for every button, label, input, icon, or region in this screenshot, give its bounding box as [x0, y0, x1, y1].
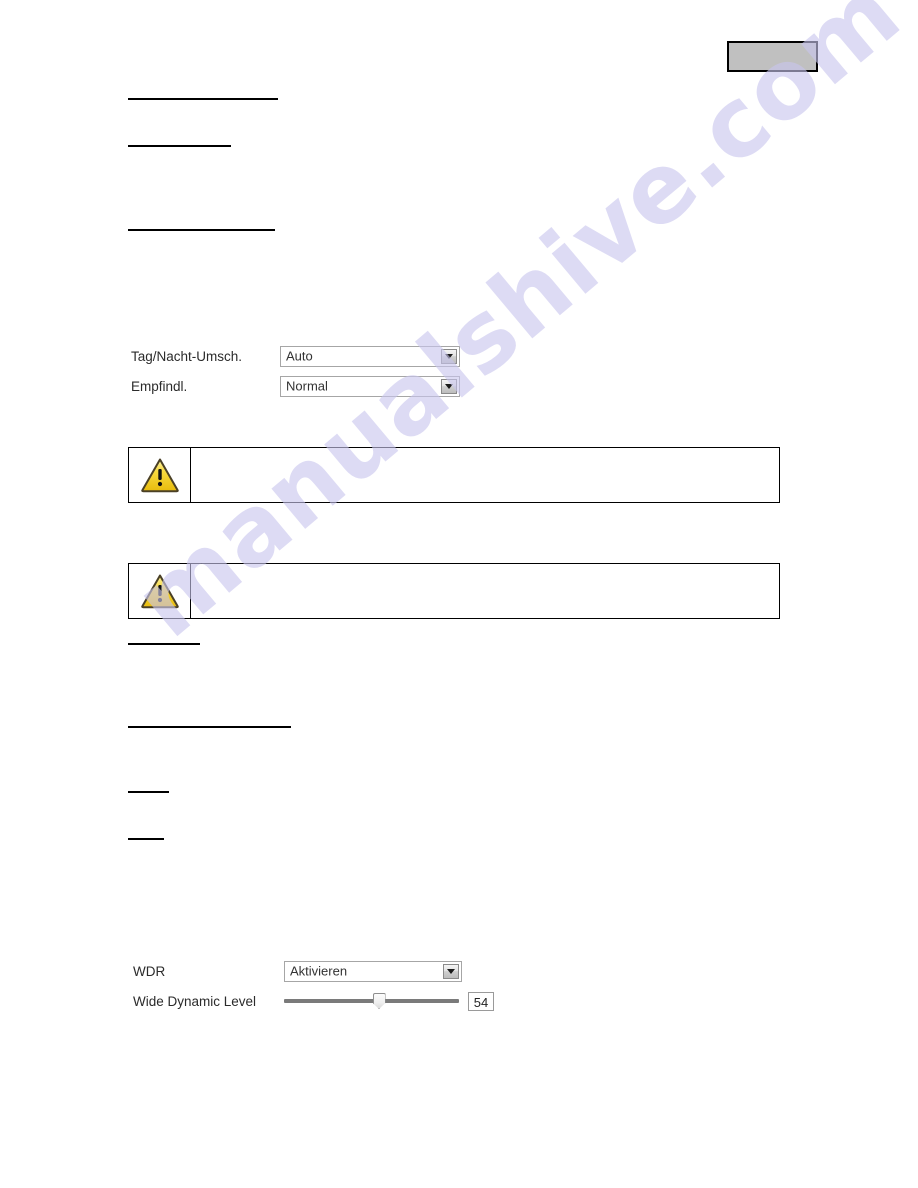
wide-dynamic-level-value: 54 [468, 991, 494, 1011]
document-page: manualshive.com Tag/Nacht-Umsch. Auto Em… [0, 0, 918, 1188]
select-day-night-switch[interactable]: Auto [280, 345, 460, 367]
label-wdr: WDR [133, 963, 166, 979]
heading-rule-2 [128, 145, 231, 147]
note-icon-cell [129, 564, 191, 618]
row-wdr: WDR Aktivieren [133, 960, 483, 982]
label-day-night-switch: Tag/Nacht-Umsch. [131, 348, 243, 364]
warning-triangle-icon [140, 458, 179, 493]
chevron-down-icon[interactable] [441, 378, 457, 394]
heading-rule-7 [128, 838, 164, 840]
row-day-night-switch: Tag/Nacht-Umsch. Auto [131, 345, 471, 367]
slider-track[interactable] [284, 999, 459, 1003]
heading-rule-1 [128, 98, 278, 100]
chevron-down-icon[interactable] [443, 963, 459, 979]
select-sensitivity-value: Normal [286, 378, 328, 394]
warning-triangle-icon [140, 574, 179, 609]
select-wdr[interactable]: Aktivieren [284, 960, 462, 982]
label-sensitivity: Empfindl. [131, 378, 188, 394]
select-day-night-switch-value: Auto [286, 348, 313, 364]
note-box-2-text [191, 564, 779, 618]
heading-rule-3 [128, 229, 275, 231]
row-wide-dynamic-level: Wide Dynamic Level 54 [133, 990, 503, 1012]
note-box-2 [128, 563, 780, 619]
slider-handle[interactable] [372, 993, 386, 1009]
page-header-marker [727, 41, 818, 72]
slider-wide-dynamic-level[interactable] [284, 992, 459, 1010]
note-box-1-text [191, 448, 779, 502]
heading-rule-5 [128, 726, 291, 728]
select-sensitivity[interactable]: Normal [280, 375, 460, 397]
note-box-1 [128, 447, 780, 503]
select-wdr-value: Aktivieren [290, 963, 348, 979]
note-icon-cell [129, 448, 191, 502]
row-sensitivity: Empfindl. Normal [131, 375, 471, 397]
label-wide-dynamic-level: Wide Dynamic Level [133, 993, 257, 1009]
chevron-down-icon[interactable] [441, 348, 457, 364]
heading-rule-4 [128, 643, 200, 645]
heading-rule-6 [128, 791, 169, 793]
